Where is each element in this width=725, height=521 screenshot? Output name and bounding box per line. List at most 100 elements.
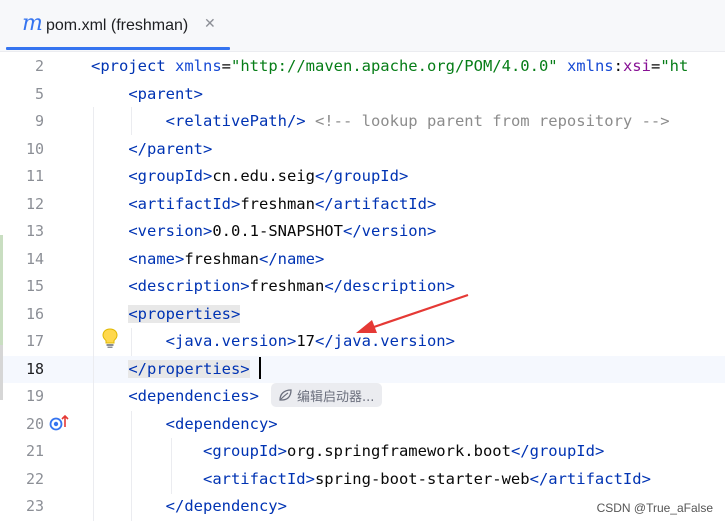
code-token: <properties> [128,304,241,323]
code-line[interactable]: 5 <parent> [0,81,725,109]
code-token: freshman [184,249,259,268]
line-number: 10 [25,139,44,158]
code-token: = [650,57,661,75]
line-number: 13 [25,222,44,240]
code-text: <artifactId>spring-boot-starter-web</art… [91,466,651,494]
code-token: <dependencies> [128,387,259,405]
annotation-arrow [356,293,469,333]
code-text: <dependencies> [91,383,259,411]
code-token: 0.0.1-SNAPSHOT [212,222,343,240]
code-text: <groupId>cn.edu.seig</groupId> [91,163,408,191]
spring-bean-icon[interactable] [49,413,71,433]
code-token: </version> [342,222,437,240]
code-text: <relativePath/> <!-- lookup parent from … [91,108,670,136]
lightbulb-icon[interactable] [101,327,119,349]
line-number: 17 [25,332,44,350]
code-text: </parent> [91,136,212,164]
line-number: 23 [25,497,44,515]
code-token: <java.version> [165,332,297,350]
code-token: </groupId> [314,167,409,185]
code-line[interactable]: 12 <artifactId>freshman</artifactId> [0,191,725,219]
code-text: </properties> [91,356,250,384]
line-number: 21 [25,442,44,460]
line-number: 11 [25,167,44,185]
code-text: <properties> [91,301,241,329]
code-token: freshman [240,194,315,213]
code-line[interactable]: 9 <relativePath/> <!-- lookup parent fro… [0,108,725,136]
code-token: <description> [128,277,250,295]
tab-pom-xml[interactable]: m pom.xml (freshman) ✕ [6,0,230,52]
code-line[interactable]: 18 </properties> [0,355,725,384]
code-line[interactable]: 11 <groupId>cn.edu.seig</groupId> [0,163,725,191]
tab-title: pom.xml (freshman) [46,17,189,34]
code-text: <dependency> [91,411,278,439]
code-token: </dependency> [165,497,287,515]
line-number: 12 [25,194,44,213]
text-caret [259,357,261,379]
code-line[interactable]: 13 <version>0.0.1-SNAPSHOT</version> [0,218,725,246]
line-number: 2 [34,57,44,75]
indent-guide [131,328,132,356]
line-number: 15 [25,277,44,295]
close-icon[interactable]: ✕ [204,14,216,34]
code-token: </name> [258,249,325,268]
code-line[interactable]: 21 <groupId>org.springframework.boot</gr… [0,438,725,466]
indent-guide [93,107,94,521]
watermark: CSDN @True_aFalse [596,501,713,515]
code-text: <groupId>org.springframework.boot</group… [91,438,604,466]
code-token: </parent> [128,139,213,158]
code-token: freshman [249,277,325,295]
code-editor[interactable]: 2 <project xmlns="http://maven.apache.org… [0,52,725,521]
code-token: xmlns [165,57,222,75]
line-number: 22 [25,469,44,488]
code-line[interactable]: 22 <artifactId>spring-boot-starter-web</… [0,466,725,494]
code-token: cn.edu.seig [212,167,315,185]
code-text: <artifactId>freshman</artifactId> [91,191,436,219]
code-line[interactable]: 2 <project xmlns="http://maven.apache.org… [0,53,725,81]
code-token: <artifactId> [128,194,241,213]
line-number: 14 [25,249,44,268]
maven-file-icon: m [22,11,43,36]
active-tab-indicator [6,47,230,50]
indent-guide [171,438,172,494]
line-number: 18 [25,359,44,378]
change-marker [0,345,3,400]
line-number: 5 [34,84,44,103]
code-token: 17 [296,332,315,350]
line-number: 19 [25,387,44,405]
code-token: org.springframework.boot [286,442,511,460]
line-number: 20 [25,414,44,433]
code-token: <parent> [128,84,203,103]
code-line[interactable]: 20 <dependency> [0,411,725,439]
code-token: xsi [622,57,651,75]
change-marker [0,235,3,345]
code-line[interactable]: 10 </parent> [0,136,725,164]
inlay-label: 编辑启动器... [297,389,375,405]
line-number: 9 [34,112,44,130]
editor-tab-bar: m pom.xml (freshman) ✕ [0,0,725,52]
code-token: "ht [660,57,689,75]
indent-guide [131,411,132,521]
edit-starters-inlay[interactable]: 编辑启动器... [271,383,383,407]
code-text: <parent> [91,81,203,109]
code-token: = [221,57,231,75]
code-line[interactable]: 14 <name>freshman</name> [0,246,725,274]
code-token: </groupId> [510,442,605,460]
code-token: <name> [128,249,185,268]
code-token: </artifactId> [529,469,651,488]
code-token: <groupId> [128,167,213,185]
